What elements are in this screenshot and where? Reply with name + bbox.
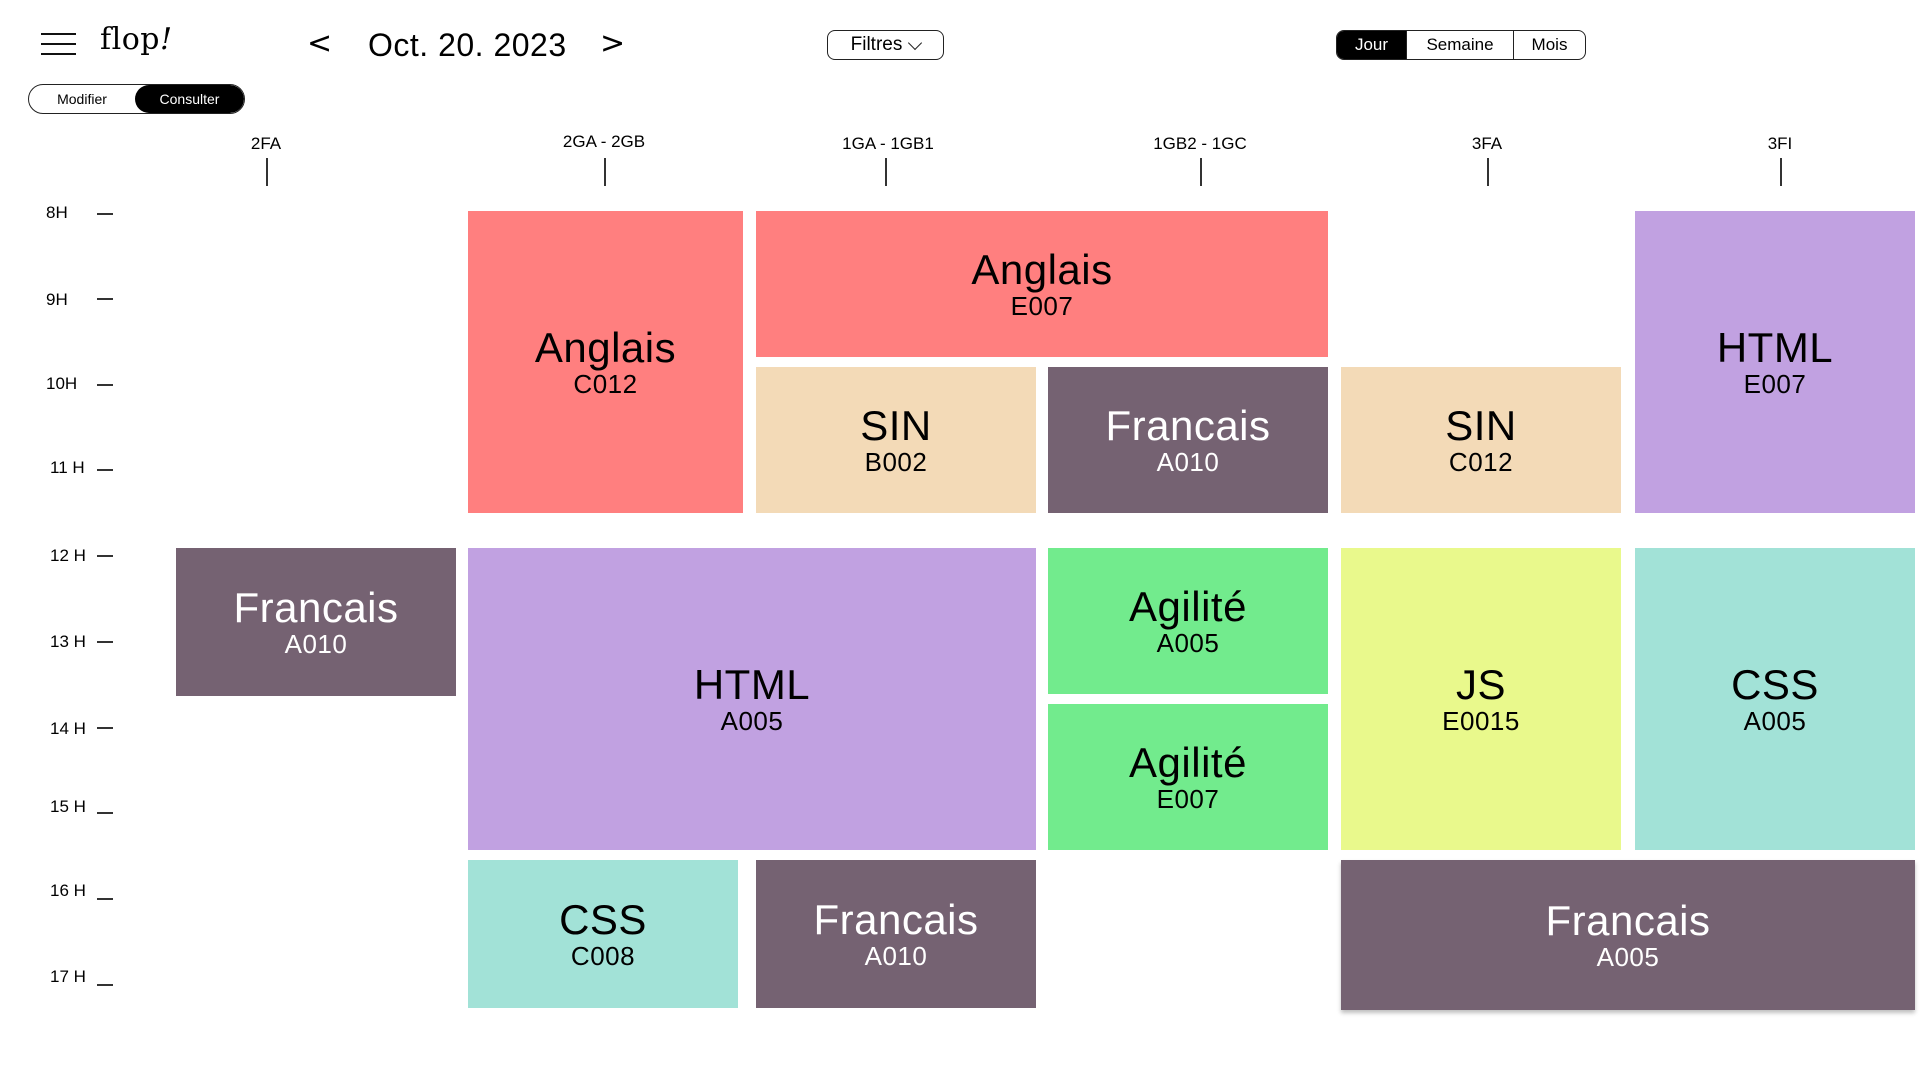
event-subject: CSS (559, 896, 647, 943)
event-anglais-2ga-2gb[interactable]: Anglais C012 (468, 211, 743, 513)
event-sin-1ga-1gb1[interactable]: SIN B002 (756, 367, 1036, 513)
group-tick (1200, 158, 1202, 186)
event-room: A005 (1156, 628, 1220, 658)
current-date: Oct. 20. 2023 (368, 27, 567, 63)
event-html-2ga-1gb1[interactable]: HTML A005 (468, 548, 1036, 850)
event-subject: SIN (1445, 402, 1517, 449)
hour-tick (97, 727, 113, 729)
event-subject: Anglais (534, 324, 677, 371)
filters-label: Filtres (850, 34, 903, 55)
group-header-1gb2-1gc: 1GB2 - 1GC (1153, 134, 1247, 153)
hour-label: 9H (46, 290, 68, 309)
view-switch: Jour Semaine Mois (1336, 30, 1586, 60)
event-subject: Francais (1545, 897, 1711, 944)
event-subject: HTML (1716, 324, 1834, 371)
previous-day-button[interactable]: < (307, 26, 332, 62)
hour-tick (97, 984, 113, 986)
group-tick (1487, 158, 1489, 186)
event-sin-3fa[interactable]: SIN C012 (1341, 367, 1621, 513)
view-week-button[interactable]: Semaine (1407, 31, 1514, 59)
filters-dropdown[interactable]: Filtres (827, 30, 944, 60)
hour-tick (97, 555, 113, 557)
hour-label: 8H (46, 203, 68, 222)
event-subject: CSS (1731, 661, 1819, 708)
group-header-3fi: 3FI (1767, 134, 1793, 153)
hour-tick (97, 641, 113, 643)
event-room: C008 (570, 941, 636, 971)
app-logo: flop! (100, 22, 173, 57)
next-day-button[interactable]: > (600, 26, 625, 62)
group-tick (604, 158, 606, 186)
mode-view-button[interactable]: Consulter (135, 85, 244, 113)
hour-label: 12 H (50, 546, 86, 565)
view-day-button[interactable]: Jour (1337, 31, 1407, 59)
event-room: A005 (720, 706, 784, 736)
event-agilite-1[interactable]: Agilité A005 (1048, 548, 1328, 694)
event-subject: Francais (233, 584, 399, 631)
event-agilite-2[interactable]: Agilité E007 (1048, 704, 1328, 850)
group-header-1ga-1gb1: 1GA - 1GB1 (842, 134, 934, 153)
event-room: A010 (284, 629, 348, 659)
group-header-3fa: 3FA (1471, 134, 1503, 153)
event-room: C012 (1448, 447, 1514, 477)
group-header-2ga-2gb: 2GA - 2GB (562, 132, 646, 151)
event-subject: Anglais (971, 246, 1113, 293)
hour-label: 15 H (50, 797, 86, 816)
hour-label: 17 H (50, 967, 86, 986)
group-tick (885, 158, 887, 186)
event-room: E007 (1743, 369, 1807, 399)
event-subject: Francais (1105, 402, 1271, 449)
hour-label: 13 H (50, 632, 86, 651)
event-room: E007 (1156, 784, 1220, 814)
hour-label: 10H (46, 374, 78, 393)
hour-label: 11 H (50, 458, 85, 477)
hour-label: 16 H (50, 881, 86, 900)
hour-tick (97, 298, 113, 300)
event-css-2ga-2gb[interactable]: CSS C008 (468, 860, 738, 1008)
hour-label: 14 H (50, 719, 86, 738)
event-subject: Agilité (1129, 583, 1247, 630)
menu-icon[interactable] (41, 31, 76, 57)
event-subject: Francais (813, 896, 979, 943)
event-subject: HTML (693, 661, 811, 708)
event-room: A010 (864, 941, 928, 971)
event-room: E0015 (1442, 706, 1520, 736)
event-francais-1gb2-1gc[interactable]: Francais A010 (1048, 367, 1328, 513)
event-room: A005 (1743, 706, 1807, 736)
event-css-3fi[interactable]: CSS A005 (1635, 548, 1915, 850)
mode-edit-button[interactable]: Modifier (29, 85, 135, 113)
event-room: B002 (864, 447, 928, 477)
event-room: A010 (1156, 447, 1220, 477)
hour-tick (97, 213, 113, 215)
event-html-3fi[interactable]: HTML E007 (1635, 211, 1915, 513)
chevron-down-icon (908, 35, 923, 50)
event-room: A005 (1596, 942, 1660, 972)
group-header-2fa: 2FA (250, 134, 282, 153)
view-month-button[interactable]: Mois (1514, 31, 1585, 59)
group-tick (266, 158, 268, 186)
event-subject: Agilité (1129, 739, 1247, 786)
event-francais-2fa[interactable]: Francais A010 (176, 548, 456, 696)
event-francais-3fa-3fi[interactable]: Francais A005 (1341, 860, 1915, 1010)
event-francais-1ga-1gb1[interactable]: Francais A010 (756, 860, 1036, 1008)
event-js-3fa[interactable]: JS E0015 (1341, 548, 1621, 850)
mode-switch: Modifier Consulter (28, 84, 245, 114)
hour-tick (97, 384, 113, 386)
hour-tick (97, 812, 113, 814)
event-room: E007 (1010, 291, 1074, 321)
event-room: C012 (573, 369, 638, 399)
hour-tick (97, 898, 113, 900)
event-subject: SIN (860, 402, 932, 449)
group-tick (1780, 158, 1782, 186)
event-subject: JS (1455, 661, 1506, 708)
event-anglais-1ga-1gc[interactable]: Anglais E007 (756, 211, 1328, 357)
hour-tick (97, 469, 113, 471)
